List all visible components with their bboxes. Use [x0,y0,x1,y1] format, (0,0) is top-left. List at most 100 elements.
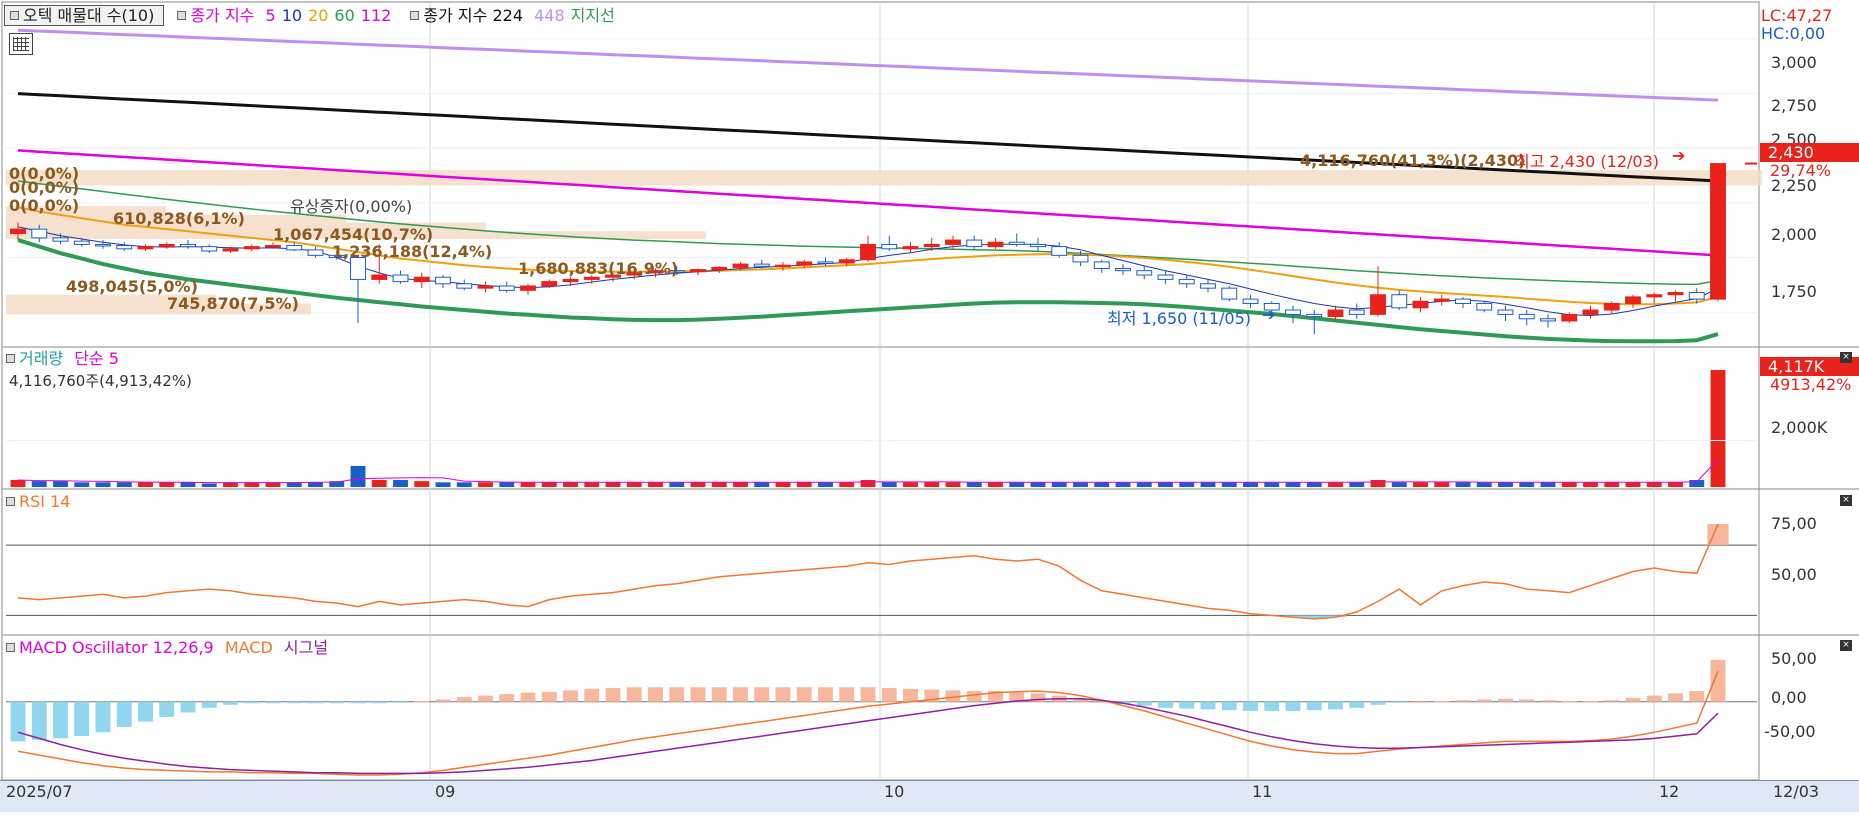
candle-body [1561,313,1578,322]
current-price-badge: 2,430 [1760,143,1859,162]
signal-legend[interactable]: 시그널 [284,638,328,657]
macd-oscillator-bar [1455,700,1471,702]
macd-oscillator-bar [1646,695,1662,702]
volume-bar [1115,482,1131,487]
volume-bar [393,479,408,487]
candle-body [137,246,154,250]
volume-bar [1264,482,1280,487]
macd-oscillator-bar [818,687,833,702]
ma112-legend: 112 [360,6,392,25]
volume-bar [180,482,196,487]
macd-oscillator-bar [1306,701,1322,711]
high-price-label: 최고 2,430 (12/03) [1515,152,1660,171]
volume-legend[interactable]: 거래량 [19,349,63,368]
volume-bar [1200,482,1216,487]
macd-oscillator-bar [1391,701,1407,703]
candle-body [1306,313,1323,318]
volume-profile-label: 1,236,188(12,4%) [332,242,493,261]
macd-oscillator-bar [1540,700,1556,702]
volume-bar [1370,479,1386,487]
legend-square-icon [6,497,15,506]
macd-oscillator-bar [605,688,621,702]
stock-chart[interactable]: 오텍 매물대 수(10) 종가 지수 5 10 20 60 112 종가 지수 224 … [0,0,1859,812]
macd-oscillator-bar [138,701,153,722]
volume-bar [648,482,663,487]
macd-oscillator-bar [329,701,345,704]
rsi-panel-header: RSI 14 [4,492,76,512]
legend-square-icon [6,643,15,652]
candle-body [923,243,940,248]
volume-bar [138,482,153,487]
candle-body [1433,298,1450,302]
volume-bar [924,482,940,487]
candle-body [1625,296,1641,304]
volume-bar [414,481,430,487]
volume-bar [1243,482,1258,487]
macd-oscillator-bar [584,688,600,702]
macd-oscillator-bar [414,700,430,702]
time-axis-label: 12 [1659,782,1680,801]
macd-oscillator-bar [881,688,897,702]
macd-osc-legend[interactable]: MACD Oscillator 12,26,9 [19,638,214,657]
close-icon[interactable]: × [1840,352,1852,363]
candle-body [1518,313,1535,320]
chart-canvas[interactable] [0,0,1859,811]
macd-oscillator-bar [796,687,812,702]
volume-bar [733,482,748,487]
candle-body [1136,270,1153,276]
macd-oscillator-bar [648,687,663,702]
ma-long-legend[interactable]: 종가 지수 224 448 지지선 [408,6,620,25]
macd-oscillator-bar [1668,693,1683,702]
volume-bar [584,482,600,487]
volume-bar [478,482,493,487]
close-icon[interactable]: × [1840,495,1852,506]
grid-table-icon[interactable] [9,33,33,55]
volume-bar [1306,482,1322,487]
candle-body [817,261,834,264]
volume-bar [605,482,621,487]
macd-oscillator-bar [520,692,536,702]
macd-tick: 50,00 [1771,649,1817,668]
volume-ma-legend[interactable]: 단순 5 [74,349,119,368]
macd-tick: -50,00 [1764,722,1816,741]
volume-bar [31,481,47,487]
volume-profile-legend[interactable]: 오텍 매물대 수(10) [4,5,165,26]
macd-oscillator-bar [1476,699,1492,702]
macd-oscillator-bar [1710,659,1726,702]
candle-body [1178,278,1195,285]
candle-body [498,285,515,291]
macd-oscillator-bar [754,687,770,702]
legend-square-icon [410,11,420,20]
close-icon[interactable]: × [1840,640,1852,651]
macd-oscillator-bar [1136,701,1152,706]
candle-body [1646,294,1663,298]
volume-bar [1625,482,1641,487]
volume-bar [53,481,68,487]
candle-body [371,274,388,280]
rsi-tick: 75,00 [1771,514,1817,533]
volume-bar [1561,482,1577,487]
macd-legend[interactable]: MACD [225,638,273,657]
candle-body [945,239,961,245]
ma20-legend: 20 [308,6,329,25]
candle-body [1582,309,1599,315]
ma-legend[interactable]: 종가 지수 5 10 20 60 112 [175,6,397,25]
macd-oscillator-bar [1243,701,1258,711]
current-change: 29,74% [1770,161,1832,180]
time-axis[interactable] [0,780,1859,812]
ma10-legend: 10 [281,6,303,25]
macd-oscillator-bar [860,687,876,702]
volume-profile-label: 1,680,883(16,9%) [518,259,679,278]
volume-bar [1009,482,1025,487]
macd-oscillator-bar [456,697,472,702]
volume-bar [1455,482,1471,487]
volume-bar [1221,482,1237,487]
volume-bar [1519,482,1535,487]
macd-oscillator-bar [1285,701,1301,711]
rsi-legend[interactable]: RSI 14 [19,492,70,511]
candle-body [711,266,728,271]
candle-body [1688,292,1705,300]
macd-oscillator-bar [626,687,642,702]
volume-bar [1646,482,1662,487]
candle-body [1285,309,1301,315]
